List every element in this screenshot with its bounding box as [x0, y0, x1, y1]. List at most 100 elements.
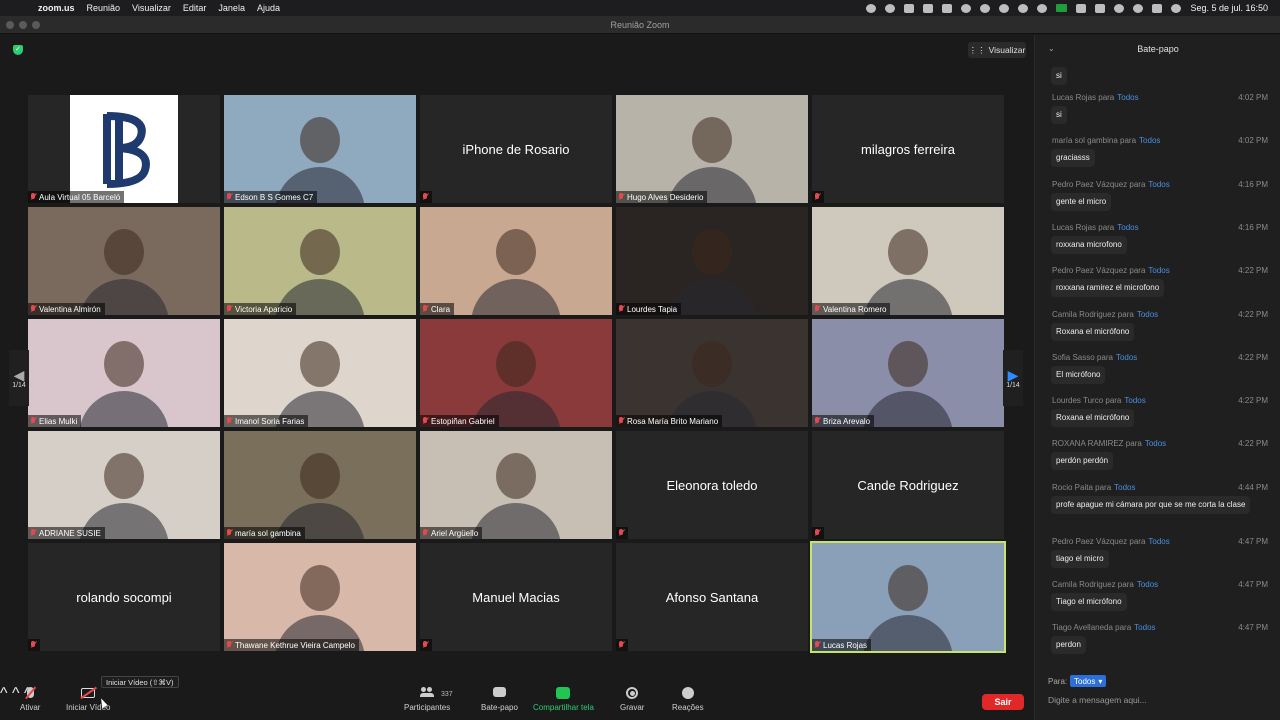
chat-message-text: perdón perdón: [1051, 452, 1114, 471]
audio-options-caret-icon[interactable]: ^: [0, 685, 8, 702]
barcelo-logo-icon: [70, 95, 178, 203]
muted-mic-icon: [422, 417, 428, 425]
participant-tile[interactable]: Eleonora toledo: [616, 431, 808, 539]
participant-name: Valentina Romero: [823, 304, 887, 314]
record-icon[interactable]: [1037, 3, 1048, 13]
participant-name-bar: Lucas Rojas: [812, 639, 872, 651]
participant-tile[interactable]: Valentina Romero: [812, 207, 1004, 315]
menu-visualizar[interactable]: Visualizar: [132, 3, 171, 13]
view-button[interactable]: ⋮⋮ Visualizar: [968, 42, 1026, 58]
menu-extra-icon[interactable]: [980, 3, 991, 13]
participant-tile[interactable]: maría sol gambina: [224, 431, 416, 539]
participant-tile[interactable]: Thawane Kethrue Vieira Campelo: [224, 543, 416, 651]
brightness-icon[interactable]: [1018, 3, 1029, 13]
participant-name: Valentina Almirón: [39, 304, 101, 314]
participant-name: maría sol gambina: [235, 528, 301, 538]
wifi-icon[interactable]: [1114, 3, 1125, 13]
moon-icon[interactable]: [999, 3, 1010, 13]
chat-recipient: Todos: [1144, 439, 1167, 449]
share-screen-button[interactable]: Compartilhar tela: [533, 687, 594, 712]
chat-button[interactable]: Bate-papo: [481, 687, 518, 712]
input-source-flag-icon[interactable]: [1056, 4, 1068, 12]
muted-mic-icon: [814, 529, 820, 537]
reactions-button[interactable]: Reações: [672, 687, 704, 712]
participant-tile[interactable]: rolando socompi: [28, 543, 220, 651]
participant-tile[interactable]: Lourdes Tapia: [616, 207, 808, 315]
participant-tile[interactable]: Victoria Aparicio: [224, 207, 416, 315]
participant-name-bar: Briza Arevalo: [812, 415, 875, 427]
window-title-bar: Reunião Zoom: [0, 16, 1280, 34]
chat-message-meta: Pedro Paez Vázquez para Todos 4:22 PM: [1052, 266, 1268, 278]
participant-tile[interactable]: Imanol Soria Farias: [224, 319, 416, 427]
participant-video: [420, 319, 612, 427]
chat-message-meta: Rocio Paita para Todos 4:44 PM: [1052, 483, 1268, 495]
zoom-window-button[interactable]: [32, 21, 40, 29]
chat-time: 4:16 PM: [1238, 179, 1268, 189]
participant-name-bar: ADRIANE SUSIE: [28, 527, 105, 539]
muted-mic-icon: [618, 529, 624, 537]
bluetooth-icon[interactable]: [1076, 3, 1087, 13]
participant-tile[interactable]: Elias Mulki: [28, 319, 220, 427]
minimize-window-button[interactable]: [19, 21, 27, 29]
participant-tile[interactable]: Briza Arevalo: [812, 319, 1004, 427]
participant-tile[interactable]: Clara: [420, 207, 612, 315]
control-center-icon[interactable]: [1152, 3, 1163, 13]
participant-tile[interactable]: Rosa María Brito Mariano: [616, 319, 808, 427]
send-to-value: Todos: [1074, 676, 1096, 686]
status-icon[interactable]: [866, 3, 877, 13]
unmute-button[interactable]: Ativar: [20, 687, 40, 712]
participant-tile[interactable]: Manuel Macias: [420, 543, 612, 651]
menu-janela[interactable]: Janela: [218, 3, 245, 13]
menu-reuniao[interactable]: Reunião: [87, 3, 121, 13]
participant-tile[interactable]: Edson B S Gomes C7: [224, 95, 416, 203]
menu-ajuda[interactable]: Ajuda: [257, 3, 280, 13]
siri-icon[interactable]: [1171, 3, 1182, 13]
record-button[interactable]: Gravar: [620, 687, 644, 712]
participant-tile[interactable]: Valentina Almirón: [28, 207, 220, 315]
cloud-icon[interactable]: [961, 3, 972, 13]
chat-time: 4:22 PM: [1238, 309, 1268, 319]
chat-time: 4:22 PM: [1238, 439, 1268, 449]
send-to-dropdown[interactable]: Todos ▾: [1070, 675, 1107, 687]
close-window-button[interactable]: [6, 21, 14, 29]
participant-tile[interactable]: Aula Virtual 05 Barceló: [28, 95, 220, 203]
participant-video: [812, 319, 1004, 427]
participant-tile[interactable]: Lucas Rojas: [810, 541, 1006, 653]
menu-app[interactable]: zoom.us: [38, 3, 75, 13]
leave-meeting-button[interactable]: Sair: [982, 694, 1024, 710]
chat-messages[interactable]: si Lucas Rojas para Todos 4:02 PM si maría s…: [1035, 63, 1280, 673]
participant-tile[interactable]: Afonso Santana: [616, 543, 808, 651]
participant-tile[interactable]: Ariel Argüello: [420, 431, 612, 539]
chat-recipient: Todos: [1117, 222, 1139, 232]
feather-icon[interactable]: [923, 3, 934, 13]
chat-sender: Camila Rodriguez para: [1052, 309, 1134, 319]
collapse-chat-icon[interactable]: ⌄: [1048, 44, 1055, 53]
muted-mic-icon: [618, 305, 624, 313]
participant-name: Edson B S Gomes C7: [235, 192, 314, 202]
chat-message-input[interactable]: Digite a mensagem aqui...: [1048, 695, 1147, 705]
sync-icon[interactable]: [885, 3, 896, 13]
battery-icon[interactable]: [1095, 3, 1106, 13]
previous-page-button[interactable]: ◀ 1/14: [9, 350, 29, 406]
next-page-button[interactable]: ▶ 1/14: [1003, 350, 1023, 406]
chat-message-text: Tiago el micrófono: [1051, 593, 1127, 611]
participant-tile[interactable]: ADRIANE SUSIE: [28, 431, 220, 539]
chat-recipient: Todos: [1148, 266, 1170, 276]
participant-name-bar: [420, 639, 432, 651]
participant-tile[interactable]: milagros ferreira: [812, 95, 1004, 203]
participant-tile[interactable]: iPhone de Rosario: [420, 95, 612, 203]
menubar-clock[interactable]: Seg. 5 de jul. 16:50: [1190, 3, 1268, 13]
video-options-caret-icon[interactable]: ^: [12, 685, 20, 702]
security-shield-icon[interactable]: ✓: [13, 45, 23, 55]
participant-name-bar: [812, 527, 824, 539]
app-icon[interactable]: [904, 3, 915, 13]
participant-name: Lourdes Tapia: [627, 304, 678, 314]
participant-tile[interactable]: Hugo Alves Desiderio: [616, 95, 808, 203]
chat-sender: Lucas Rojas para: [1052, 93, 1115, 102]
search-icon[interactable]: [1133, 3, 1144, 13]
participant-tile[interactable]: Cande Rodriguez: [812, 431, 1004, 539]
clipboard-icon[interactable]: [942, 3, 953, 13]
chat-message-meta: Camila Rodriguez para Todos 4:47 PM: [1052, 580, 1268, 592]
participant-tile[interactable]: Estopiñan Gabriel: [420, 319, 612, 427]
menu-editar[interactable]: Editar: [183, 3, 207, 13]
